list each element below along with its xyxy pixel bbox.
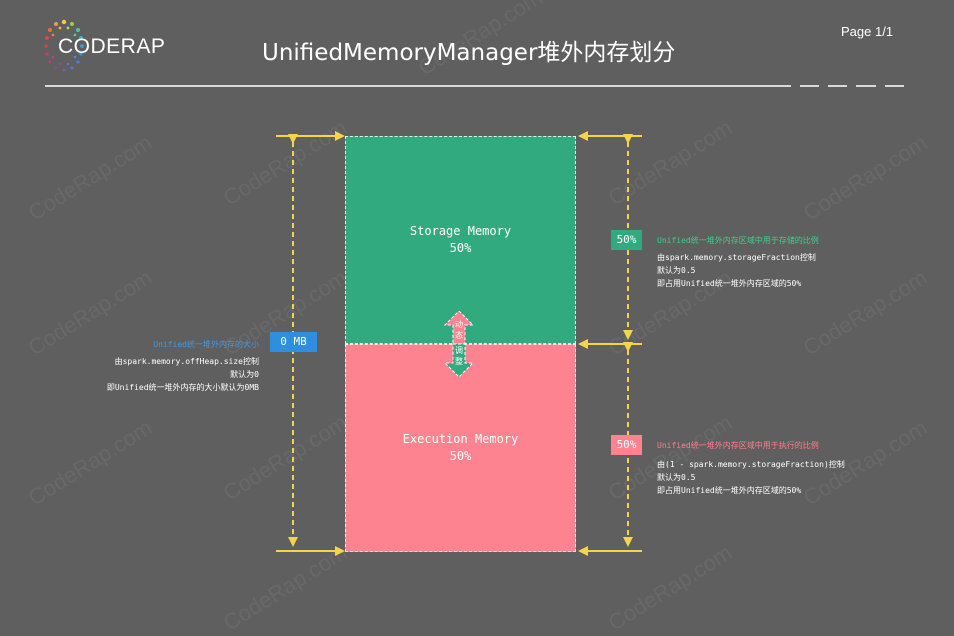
storage-fraction-line-3: 即占用Unified统一堆外内存区域的50% xyxy=(657,279,802,288)
total-size-heading: Unified统一堆外内存的大小 xyxy=(153,340,259,349)
total-size-tag: 0 MB xyxy=(270,332,317,352)
dynamic-label-3: 调 xyxy=(455,346,463,355)
execution-fraction-tag: 50% xyxy=(611,435,642,455)
dynamic-label-4: 整 xyxy=(455,357,463,366)
execution-fraction-line-3: 即占用Unified统一堆外内存区域的50% xyxy=(657,486,802,495)
storage-fraction-tag: 50% xyxy=(611,230,642,250)
dynamic-label-2: 态 xyxy=(455,331,463,340)
execution-fraction-heading: Unified统一堆外内存区域中用于执行的比例 xyxy=(657,441,819,450)
total-size-line-3: 即Unified统一堆外内存的大小默认为0MB xyxy=(106,383,259,392)
storage-fraction-heading: Unified统一堆外内存区域中用于存储的比例 xyxy=(657,236,819,245)
dimension-arrows xyxy=(276,131,642,556)
dynamic-label-1: 动 xyxy=(455,320,463,329)
